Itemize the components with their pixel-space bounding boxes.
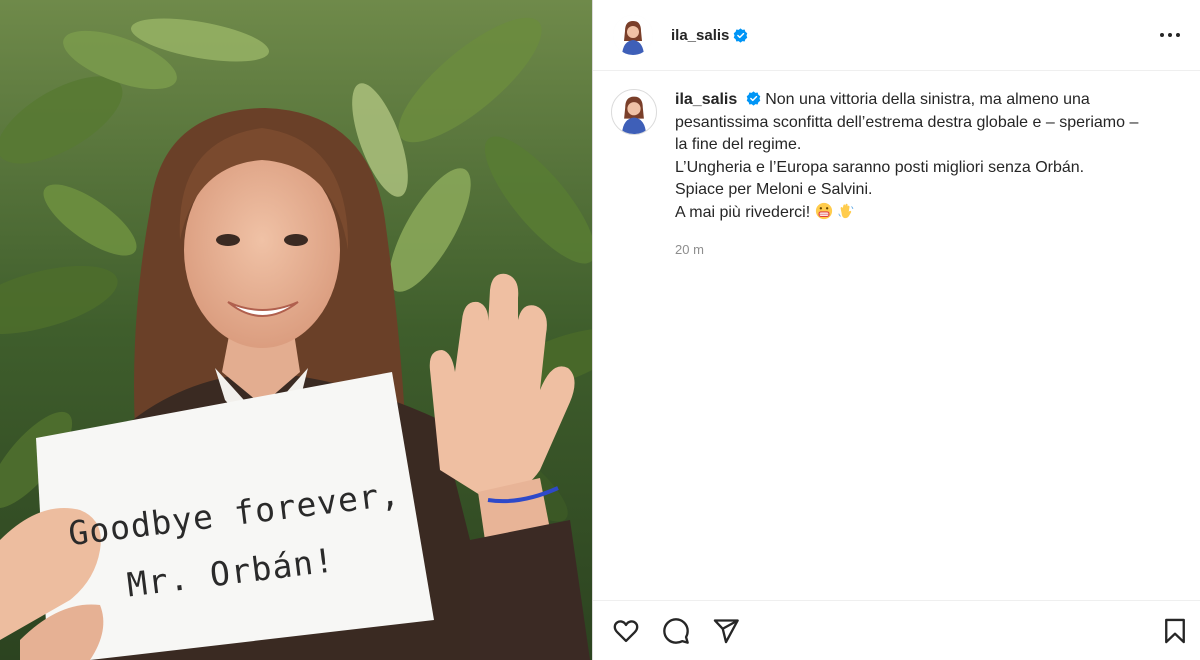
more-options-button[interactable]: [1156, 21, 1184, 49]
avatar-image: [612, 90, 656, 134]
caption-line-1: Non una vittoria della sinistra, ma alme…: [765, 91, 1090, 108]
like-button[interactable]: [609, 614, 643, 648]
caption-avatar[interactable]: [611, 89, 657, 135]
caption-line-5: Spiace per Meloni e Salvini.: [675, 181, 873, 198]
more-horizontal-icon: [1160, 33, 1180, 37]
verified-badge-icon: [734, 27, 748, 43]
post-side-panel: ila_salis ila_salis Non una vittoria del…: [592, 0, 1200, 660]
heart-icon: [613, 619, 639, 642]
waving-hand-emoji-icon: [838, 203, 854, 218]
bookmark-icon: [1165, 618, 1185, 643]
post-timestamp[interactable]: 20 m: [675, 239, 1184, 262]
comment-icon: [663, 617, 689, 644]
grimacing-emoji-icon: [815, 202, 832, 219]
comments-area: ila_salis Non una vittoria della sinistr…: [593, 71, 1200, 600]
caption-text: ila_salis Non una vittoria della sinistr…: [675, 89, 1184, 262]
sign-handwriting: Goodbye forever, Mr. Orbán!: [58, 404, 444, 660]
author-username[interactable]: ila_salis: [671, 27, 729, 44]
verified-badge-icon: [746, 91, 760, 106]
caption-line-2: pesantissima sconfitta dell’estrema dest…: [675, 113, 1139, 131]
paper-plane-icon: [713, 618, 739, 643]
author-avatar[interactable]: [613, 15, 653, 55]
instagram-post: Goodbye forever, Mr. Orbán! ila_salis il…: [0, 0, 1200, 660]
post-header: ila_salis: [593, 0, 1200, 71]
caption-line-4: L’Ungheria e l’Europa saranno posti migl…: [675, 158, 1085, 176]
action-bar: [593, 600, 1200, 660]
avatar-image: [613, 15, 653, 55]
save-button[interactable]: [1158, 614, 1192, 648]
comment-button[interactable]: [659, 614, 693, 648]
caption: ila_salis Non una vittoria della sinistr…: [611, 89, 1184, 262]
post-photo[interactable]: Goodbye forever, Mr. Orbán!: [0, 0, 592, 660]
caption-line-3: la fine del regime.: [675, 136, 802, 153]
caption-line-6: A mai più rivederci!: [675, 203, 811, 221]
caption-username[interactable]: ila_salis: [675, 91, 737, 108]
share-button[interactable]: [709, 614, 743, 648]
